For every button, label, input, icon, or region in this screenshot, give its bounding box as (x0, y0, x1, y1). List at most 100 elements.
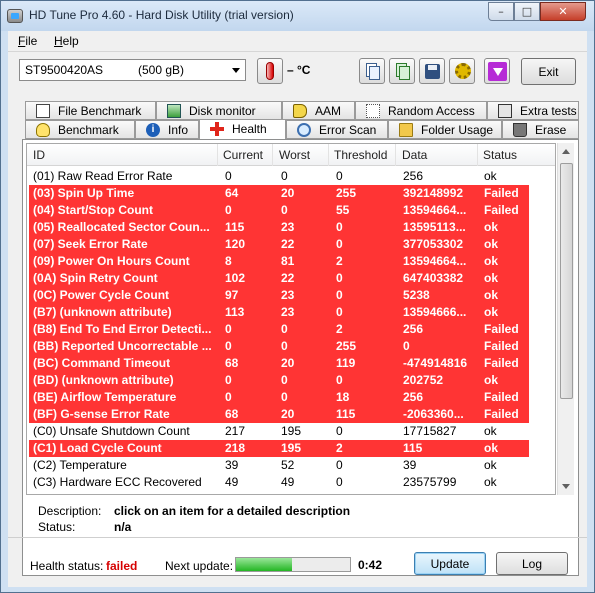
cell-current: 8 (225, 254, 232, 268)
tab-file-benchmark[interactable]: File Benchmark (25, 101, 156, 120)
download-button[interactable] (484, 58, 510, 84)
cell-threshold: 18 (336, 390, 350, 404)
description-label: Description: (38, 504, 102, 518)
column-header-status[interactable]: Status (483, 148, 517, 162)
tab-disk-monitor[interactable]: Disk monitor (156, 101, 282, 120)
cell-id: (BF) G-sense Error Rate (33, 407, 170, 421)
file-benchmark-icon (36, 104, 50, 118)
column-header-threshold[interactable]: Threshold (334, 148, 387, 162)
table-row[interactable]: (C3) Hardware ECC Recovered 49 49 0 23575799… (29, 474, 529, 491)
column-header-current[interactable]: Current (223, 148, 263, 162)
cell-data: 647403382 (403, 271, 464, 285)
title-bar[interactable]: HD Tune Pro 4.60 - Hard Disk Utility (tr… (1, 1, 594, 31)
cell-data: 23575799 (403, 475, 457, 489)
maximize-button[interactable]: □ (514, 2, 540, 21)
tab-folder-usage[interactable]: Folder Usage (388, 120, 502, 139)
cell-threshold: 255 (336, 339, 357, 353)
footer-divider (8, 537, 587, 538)
temperature-button[interactable] (257, 58, 283, 84)
tab-health[interactable]: Health (199, 119, 286, 140)
table-row[interactable]: (01) Raw Read Error Rate 0 0 0 256 ok (29, 168, 529, 185)
column-separator[interactable] (272, 144, 273, 166)
minimize-button[interactable]: – (488, 2, 514, 21)
table-row[interactable]: (BC) Command Timeout 68 20 119 -474914816 Fai… (29, 355, 529, 372)
table-row[interactable]: (04) Start/Stop Count 0 0 55 13594664... Fail… (29, 202, 529, 219)
cell-id: (C1) Load Cycle Count (33, 441, 162, 455)
table-row[interactable]: (05) Reallocated Sector Coun... 115 23 0 135… (29, 219, 529, 236)
menu-help[interactable]: Help (54, 34, 79, 48)
tab-extra-tests[interactable]: Extra tests (487, 101, 579, 120)
cell-data: 392148992 (403, 186, 464, 200)
tab-aam[interactable]: AAM (282, 101, 355, 120)
table-row[interactable]: (C0) Unsafe Shutdown Count 217 195 0 1771582… (29, 423, 529, 440)
log-button[interactable]: Log (496, 552, 568, 575)
cell-worst: 0 (281, 390, 288, 404)
cell-threshold: 0 (336, 475, 343, 489)
column-separator[interactable] (477, 144, 478, 166)
scroll-thumb[interactable] (560, 163, 573, 399)
cell-worst: 81 (281, 254, 295, 268)
exit-button[interactable]: Exit (521, 58, 576, 85)
table-row[interactable]: (0C) Power Cycle Count 97 23 0 5238 ok (29, 287, 529, 304)
column-separator[interactable] (217, 144, 218, 166)
drive-size: (500 gB) (138, 63, 185, 77)
copy-text-button[interactable] (359, 58, 385, 84)
cell-id: (03) Spin Up Time (33, 186, 135, 200)
cell-status: ok (484, 424, 497, 438)
cell-threshold: 0 (336, 288, 343, 302)
cell-worst: 23 (281, 305, 295, 319)
update-button[interactable]: Update (414, 552, 486, 575)
close-button[interactable]: ✕ (540, 2, 586, 21)
table-row[interactable]: (B7) (unknown attribute) 113 23 0 13594666..… (29, 304, 529, 321)
cell-data: 256 (403, 390, 424, 404)
menu-file[interactable]: File (18, 34, 37, 48)
cell-worst: 22 (281, 271, 295, 285)
tab-benchmark[interactable]: Benchmark (25, 120, 135, 139)
table-row[interactable]: (B8) End To End Error Detecti... 0 0 2 256 Fa… (29, 321, 529, 338)
column-header-data[interactable]: Data (402, 148, 427, 162)
table-row[interactable]: (0A) Spin Retry Count 102 22 0 647403382 ok (29, 270, 529, 287)
gear-icon (455, 63, 471, 79)
save-button[interactable] (419, 58, 445, 84)
tab-erase[interactable]: Erase (502, 120, 579, 139)
table-row[interactable]: (C2) Temperature 39 52 0 39 ok (29, 457, 529, 474)
column-header-worst[interactable]: Worst (279, 148, 310, 162)
table-row[interactable]: (BB) Reported Uncorrectable ... 0 0 255 0 Fai… (29, 338, 529, 355)
cell-threshold: 0 (336, 305, 343, 319)
countdown-timer: 0:42 (358, 558, 383, 572)
client-area: File Help ST9500420AS (500 gB) – °C Exit (8, 31, 587, 587)
copy-screenshot-button[interactable] (389, 58, 415, 84)
download-arrow-icon (488, 62, 507, 81)
window-title: HD Tune Pro 4.60 - Hard Disk Utility (tr… (29, 8, 294, 22)
column-separator[interactable] (328, 144, 329, 166)
tab-error-scan[interactable]: Error Scan (286, 120, 388, 139)
vertical-scrollbar[interactable] (557, 143, 574, 495)
cell-status: ok (484, 220, 499, 234)
extra-tests-icon (498, 104, 512, 118)
cell-status: ok (484, 441, 499, 455)
cell-current: 120 (225, 237, 246, 251)
tab-random-access[interactable]: Random Access (355, 101, 487, 120)
next-update-label: Next update: (165, 559, 234, 573)
menu-bar: File Help (8, 31, 587, 51)
table-row[interactable]: (BF) G-sense Error Rate 68 20 115 -2063360..… (29, 406, 529, 423)
scroll-down-arrow-icon[interactable] (562, 484, 570, 489)
column-separator[interactable] (395, 144, 396, 166)
table-row[interactable]: (C1) Load Cycle Count 218 195 2 115 ok (29, 440, 529, 457)
drive-select[interactable]: ST9500420AS (500 gB) (19, 59, 246, 81)
cell-worst: 20 (281, 186, 295, 200)
table-row[interactable]: (03) Spin Up Time 64 20 255 392148992 Failed (29, 185, 529, 202)
scroll-up-arrow-icon[interactable] (562, 149, 570, 154)
table-row[interactable]: (07) Seek Error Rate 120 22 0 377053302 ok (29, 236, 529, 253)
table-row[interactable]: (09) Power On Hours Count 8 81 2 13594664...… (29, 253, 529, 270)
cell-worst: 20 (281, 356, 295, 370)
table-row[interactable]: (BE) Airflow Temperature 0 0 18 256 Failed (29, 389, 529, 406)
cell-current: 115 (225, 220, 245, 234)
table-row[interactable]: (BD) (unknown attribute) 0 0 0 202752 ok (29, 372, 529, 389)
cell-status: ok (484, 305, 499, 319)
column-header-id[interactable]: ID (33, 148, 45, 162)
tab-info[interactable]: i Info (135, 120, 199, 139)
cell-current: 218 (225, 441, 246, 455)
temperature-readout: – °C (287, 63, 311, 77)
options-button[interactable] (449, 58, 475, 84)
